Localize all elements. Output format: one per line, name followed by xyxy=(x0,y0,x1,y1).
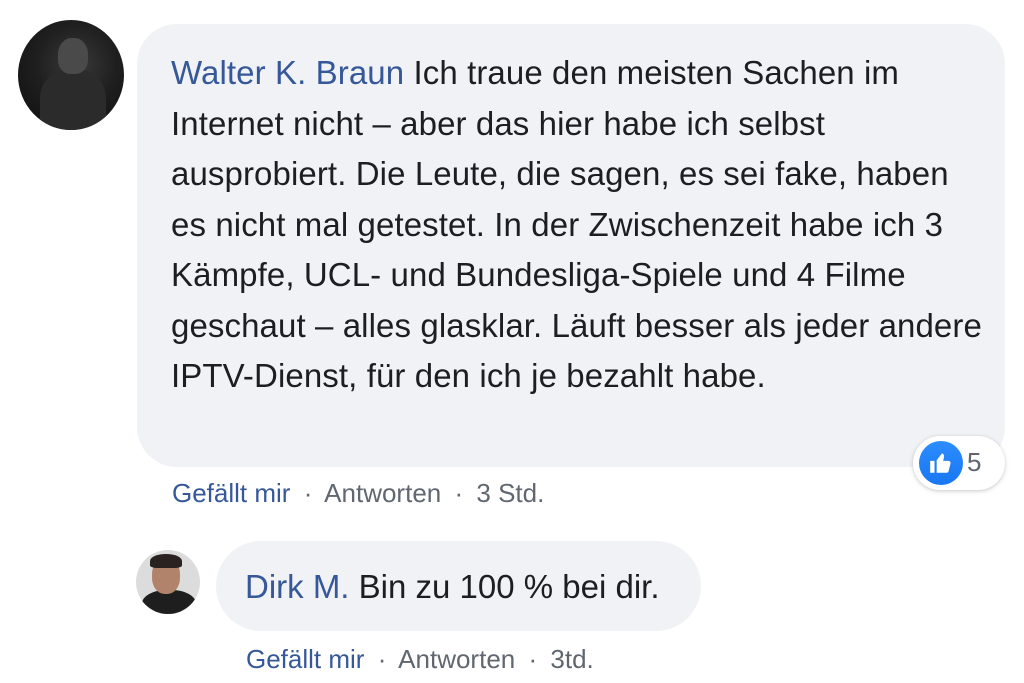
like-button[interactable]: Gefällt mir xyxy=(172,478,290,508)
separator: · xyxy=(528,644,538,674)
like-button[interactable]: Gefällt mir xyxy=(246,644,364,674)
comment-author-link[interactable]: Walter K. Braun xyxy=(171,54,404,91)
timestamp[interactable]: 3 Std. xyxy=(476,478,544,508)
reply-body: Dirk M. Bin zu 100 % bei dir. xyxy=(245,567,660,607)
comment-bubble: Walter K. Braun Ich traue den meisten Sa… xyxy=(137,24,1005,467)
reply-button[interactable]: Antworten xyxy=(324,478,441,508)
separator: · xyxy=(377,644,387,674)
separator: · xyxy=(454,478,464,508)
timestamp[interactable]: 3td. xyxy=(550,644,593,674)
reaction-summary[interactable]: 5 xyxy=(913,436,1005,490)
comment-thread: Walter K. Braun Ich traue den meisten Sa… xyxy=(0,0,1024,683)
avatar-figure-body xyxy=(40,70,106,130)
comment-body: Walter K. Braun Ich traue den meisten Sa… xyxy=(171,48,991,402)
comment-text: Ich traue den meisten Sachen im Internet… xyxy=(171,54,982,394)
avatar-figure-head xyxy=(58,38,88,74)
avatar-figure-hair xyxy=(150,554,182,568)
reply-author-link[interactable]: Dirk M. xyxy=(245,568,349,605)
avatar[interactable] xyxy=(18,20,124,130)
reaction-count: 5 xyxy=(967,447,982,477)
separator: · xyxy=(303,478,313,508)
reply-button[interactable]: Antworten xyxy=(398,644,515,674)
reply-actions: Gefällt mir · Antworten · 3td. xyxy=(246,644,594,675)
reply-bubble: Dirk M. Bin zu 100 % bei dir. xyxy=(216,541,701,631)
comment-actions: Gefällt mir · Antworten · 3 Std. xyxy=(172,478,544,509)
reply-avatar[interactable] xyxy=(136,550,200,614)
like-thumbs-up-icon xyxy=(919,441,963,485)
reply-text: Bin zu 100 % bei dir. xyxy=(358,568,660,605)
